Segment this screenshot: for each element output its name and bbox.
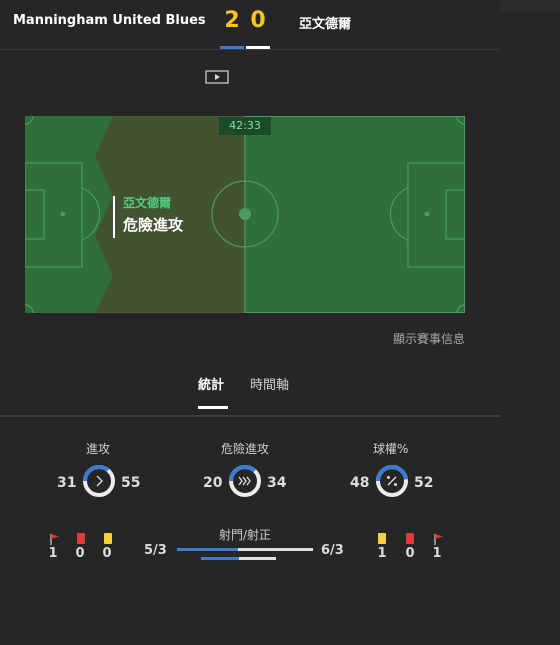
shots-away-value: 6/3 — [321, 543, 344, 558]
home-score: 2 — [224, 8, 240, 33]
red-card-icon — [76, 530, 86, 544]
possession-away-value: 52 — [414, 475, 434, 491]
tabs-divider — [0, 415, 500, 417]
play-video-icon[interactable] — [205, 69, 229, 85]
possession-gauge — [375, 464, 409, 498]
event-marker — [113, 196, 115, 238]
home-team-name[interactable]: Manningham United Blues — [13, 13, 206, 28]
on-target-bar-home — [201, 557, 239, 560]
corner-flag-icon — [49, 530, 59, 545]
red-card-icon — [405, 530, 415, 544]
dangerous-attacks-home-value: 20 — [203, 475, 223, 491]
attacks-home-value: 31 — [57, 475, 77, 491]
yellow-card-icon — [103, 530, 113, 544]
away-red-cards-value: 0 — [405, 546, 415, 561]
scrollbar-thumb[interactable] — [500, 0, 560, 12]
home-yellow-cards-value: 0 — [102, 546, 112, 561]
match-panel: Manningham United Blues 2 0 亞文德爾 42:33 亞… — [0, 0, 500, 645]
dangerous-attacks-gauge — [228, 464, 262, 498]
active-tab-indicator — [198, 406, 228, 409]
tab-stats[interactable]: 統計 — [198, 374, 224, 393]
attacks-title: 進攻 — [86, 442, 111, 456]
possession-title: 球權% — [373, 442, 409, 456]
match-pitch — [25, 116, 465, 313]
dangerous-attacks-away-value: 34 — [267, 475, 287, 491]
yellow-card-icon — [377, 530, 387, 544]
percent-icon — [387, 476, 397, 486]
event-team-name: 亞文德爾 — [123, 196, 172, 210]
attacks-gauge — [82, 464, 116, 498]
triple-chevron-icon — [238, 476, 251, 486]
shots-bar-home — [177, 548, 239, 551]
away-yellow-cards-value: 1 — [377, 546, 387, 561]
corner-flag-icon — [433, 530, 443, 545]
event-action: 危險進攻 — [123, 216, 184, 234]
home-red-cards-value: 0 — [75, 546, 85, 561]
dangerous-attacks-title: 危險進攻 — [221, 442, 270, 456]
scrollbar[interactable] — [500, 0, 560, 645]
scoreboard-header: Manningham United Blues 2 0 亞文德爾 — [0, 0, 500, 50]
home-score-indicator — [220, 46, 244, 49]
match-clock: 42:33 — [219, 117, 271, 135]
shots-home-value: 5/3 — [144, 543, 167, 558]
attacks-away-value: 55 — [121, 475, 141, 491]
possession-home-value: 48 — [350, 475, 370, 491]
tab-timeline[interactable]: 時間軸 — [250, 374, 289, 393]
show-match-info-link[interactable]: 顯示賽事信息 — [393, 330, 465, 347]
shots-title: 射門/射正 — [219, 528, 272, 542]
home-corners-value: 1 — [48, 546, 58, 561]
chevron-right-icon — [96, 475, 103, 487]
away-team-name[interactable]: 亞文德爾 — [299, 13, 351, 32]
away-corners-value: 1 — [432, 546, 442, 561]
away-score: 0 — [250, 8, 266, 33]
away-score-indicator — [246, 46, 270, 49]
